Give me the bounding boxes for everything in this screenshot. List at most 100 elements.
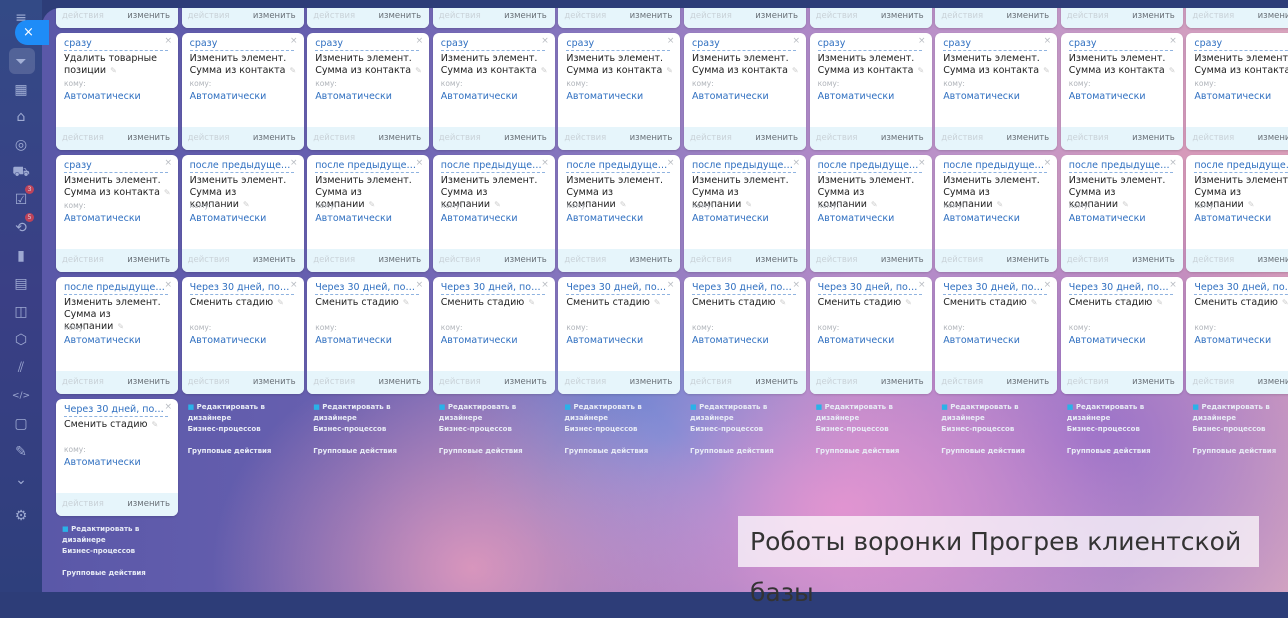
robot-trigger-link[interactable]: Через 30 дней, после ... (817, 282, 922, 295)
funnel-icon[interactable]: ⏷ (11, 52, 31, 72)
more-icon[interactable]: ⌄ (11, 470, 31, 490)
recipient-value[interactable]: Автоматически (315, 213, 392, 224)
recipient-value[interactable]: Автоматически (943, 91, 1020, 102)
group-actions-link[interactable]: Групповые действия (439, 446, 561, 457)
edit-pencil-icon[interactable]: ✎ (654, 298, 661, 307)
edit-pencil-icon[interactable]: ✎ (1122, 200, 1129, 209)
edit-link[interactable]: изменить (1006, 133, 1049, 143)
actions-link[interactable]: действия (816, 377, 858, 387)
remove-robot-icon[interactable]: × (290, 158, 298, 168)
edit-in-designer-link[interactable]: ■ Редактировать в дизайнере Бизнес-процес… (62, 525, 139, 555)
edit-link[interactable]: изменить (1132, 133, 1175, 143)
edit-pencil-icon[interactable]: ✎ (792, 66, 799, 75)
recipient-value[interactable]: Автоматически (190, 91, 267, 102)
edit-pencil-icon[interactable]: ✎ (1156, 298, 1163, 307)
remove-robot-icon[interactable]: × (918, 158, 926, 168)
store-icon[interactable]: ⌂ (11, 107, 31, 127)
group-actions-link[interactable]: Групповые действия (1067, 446, 1189, 457)
edit-link[interactable]: изменить (504, 11, 547, 21)
remove-robot-icon[interactable]: × (918, 36, 926, 46)
robot-trigger-link[interactable]: Через 30 дней, после ... (1068, 282, 1173, 295)
edit-in-designer-link[interactable]: ■ Редактировать в дизайнере Бизнес-процес… (816, 403, 893, 433)
remove-robot-icon[interactable]: × (416, 36, 424, 46)
actions-link[interactable]: действия (62, 499, 104, 509)
recipient-value[interactable]: Автоматически (315, 335, 392, 346)
document-icon[interactable]: ▢ (11, 414, 31, 434)
edit-link[interactable]: изменить (504, 133, 547, 143)
recipient-value[interactable]: Автоматически (818, 335, 895, 346)
edit-pencil-icon[interactable]: ✎ (541, 66, 548, 75)
remove-robot-icon[interactable]: × (164, 280, 172, 290)
robot-trigger-link[interactable]: сразу (943, 38, 1048, 51)
recipient-value[interactable]: Автоматически (1194, 335, 1271, 346)
edit-in-designer-link[interactable]: ■ Редактировать в дизайнере Бизнес-процес… (1192, 403, 1269, 433)
recipient-value[interactable]: Автоматически (566, 213, 643, 224)
edit-link[interactable]: изменить (630, 255, 673, 265)
actions-link[interactable]: действия (313, 377, 355, 387)
edit-pencil-icon[interactable]: ✎ (117, 322, 124, 331)
recipient-value[interactable]: Автоматически (1069, 91, 1146, 102)
edit-pencil-icon[interactable]: ✎ (1043, 66, 1050, 75)
edit-in-designer-link[interactable]: ■ Редактировать в дизайнере Бизнес-процес… (439, 403, 516, 433)
edit-link[interactable]: изменить (1258, 255, 1288, 265)
remove-robot-icon[interactable]: × (667, 158, 675, 168)
recipient-value[interactable]: Автоматически (943, 213, 1020, 224)
recipient-value[interactable]: Автоматически (566, 91, 643, 102)
actions-link[interactable]: действия (941, 377, 983, 387)
actions-link[interactable]: действия (439, 377, 481, 387)
close-button[interactable]: × (15, 20, 49, 45)
actions-link[interactable]: действия (188, 133, 230, 143)
remove-robot-icon[interactable]: × (164, 36, 172, 46)
edit-link[interactable]: изменить (1132, 11, 1175, 21)
robot-trigger-link[interactable]: Через 30 дней, после ... (64, 404, 168, 417)
actions-link[interactable]: действия (690, 377, 732, 387)
actions-link[interactable]: действия (941, 255, 983, 265)
edit-link[interactable]: изменить (253, 255, 296, 265)
actions-link[interactable]: действия (690, 255, 732, 265)
remove-robot-icon[interactable]: × (541, 280, 549, 290)
actions-link[interactable]: действия (1192, 255, 1234, 265)
recipient-value[interactable]: Автоматически (1194, 213, 1271, 224)
edit-link[interactable]: изменить (1258, 11, 1288, 21)
recipient-value[interactable]: Автоматически (692, 213, 769, 224)
edit-link[interactable]: изменить (378, 255, 421, 265)
robot-trigger-link[interactable]: сразу (1194, 38, 1288, 51)
sign-icon[interactable]: ✎ (11, 442, 31, 462)
actions-link[interactable]: действия (188, 255, 230, 265)
actions-link[interactable]: действия (941, 133, 983, 143)
group-actions-link[interactable]: Групповые действия (690, 446, 812, 457)
robot-trigger-link[interactable]: сразу (692, 38, 796, 51)
actions-link[interactable]: действия (1067, 11, 1109, 21)
remove-robot-icon[interactable]: × (918, 280, 926, 290)
edit-pencil-icon[interactable]: ✎ (152, 420, 159, 429)
edit-link[interactable]: изменить (881, 377, 924, 387)
robot-trigger-link[interactable]: после предыдущего, п... (440, 160, 545, 173)
edit-link[interactable]: изменить (127, 11, 170, 21)
edit-pencil-icon[interactable]: ✎ (905, 298, 912, 307)
robot-trigger-link[interactable]: сразу (64, 38, 168, 51)
robot-trigger-link[interactable]: после предыдущего, п... (692, 160, 796, 173)
recipient-value[interactable]: Автоматически (818, 91, 895, 102)
actions-link[interactable]: действия (188, 11, 230, 21)
edit-link[interactable]: изменить (1258, 377, 1288, 387)
actions-link[interactable]: действия (62, 255, 104, 265)
recipient-value[interactable]: Автоматически (1069, 335, 1146, 346)
robot-trigger-link[interactable]: Через 30 дней, после ... (943, 282, 1048, 295)
recipient-value[interactable]: Автоматически (1069, 213, 1146, 224)
edit-link[interactable]: изменить (881, 133, 924, 143)
actions-link[interactable]: действия (564, 11, 606, 21)
edit-pencil-icon[interactable]: ✎ (1169, 66, 1176, 75)
remove-robot-icon[interactable]: × (541, 36, 549, 46)
actions-link[interactable]: действия (62, 377, 104, 387)
robot-trigger-link[interactable]: после предыдущего, п... (1068, 160, 1173, 173)
code-icon[interactable]: </> (11, 386, 31, 406)
edit-link[interactable]: изменить (1132, 255, 1175, 265)
edit-link[interactable]: изменить (1132, 377, 1175, 387)
remove-robot-icon[interactable]: × (792, 158, 800, 168)
settings-icon[interactable]: ⚙ (11, 506, 31, 526)
edit-pencil-icon[interactable]: ✎ (871, 200, 878, 209)
actions-link[interactable]: действия (313, 255, 355, 265)
actions-link[interactable]: действия (941, 11, 983, 21)
robot-trigger-link[interactable]: Через 30 дней, после ... (315, 282, 420, 295)
remove-robot-icon[interactable]: × (1169, 36, 1177, 46)
